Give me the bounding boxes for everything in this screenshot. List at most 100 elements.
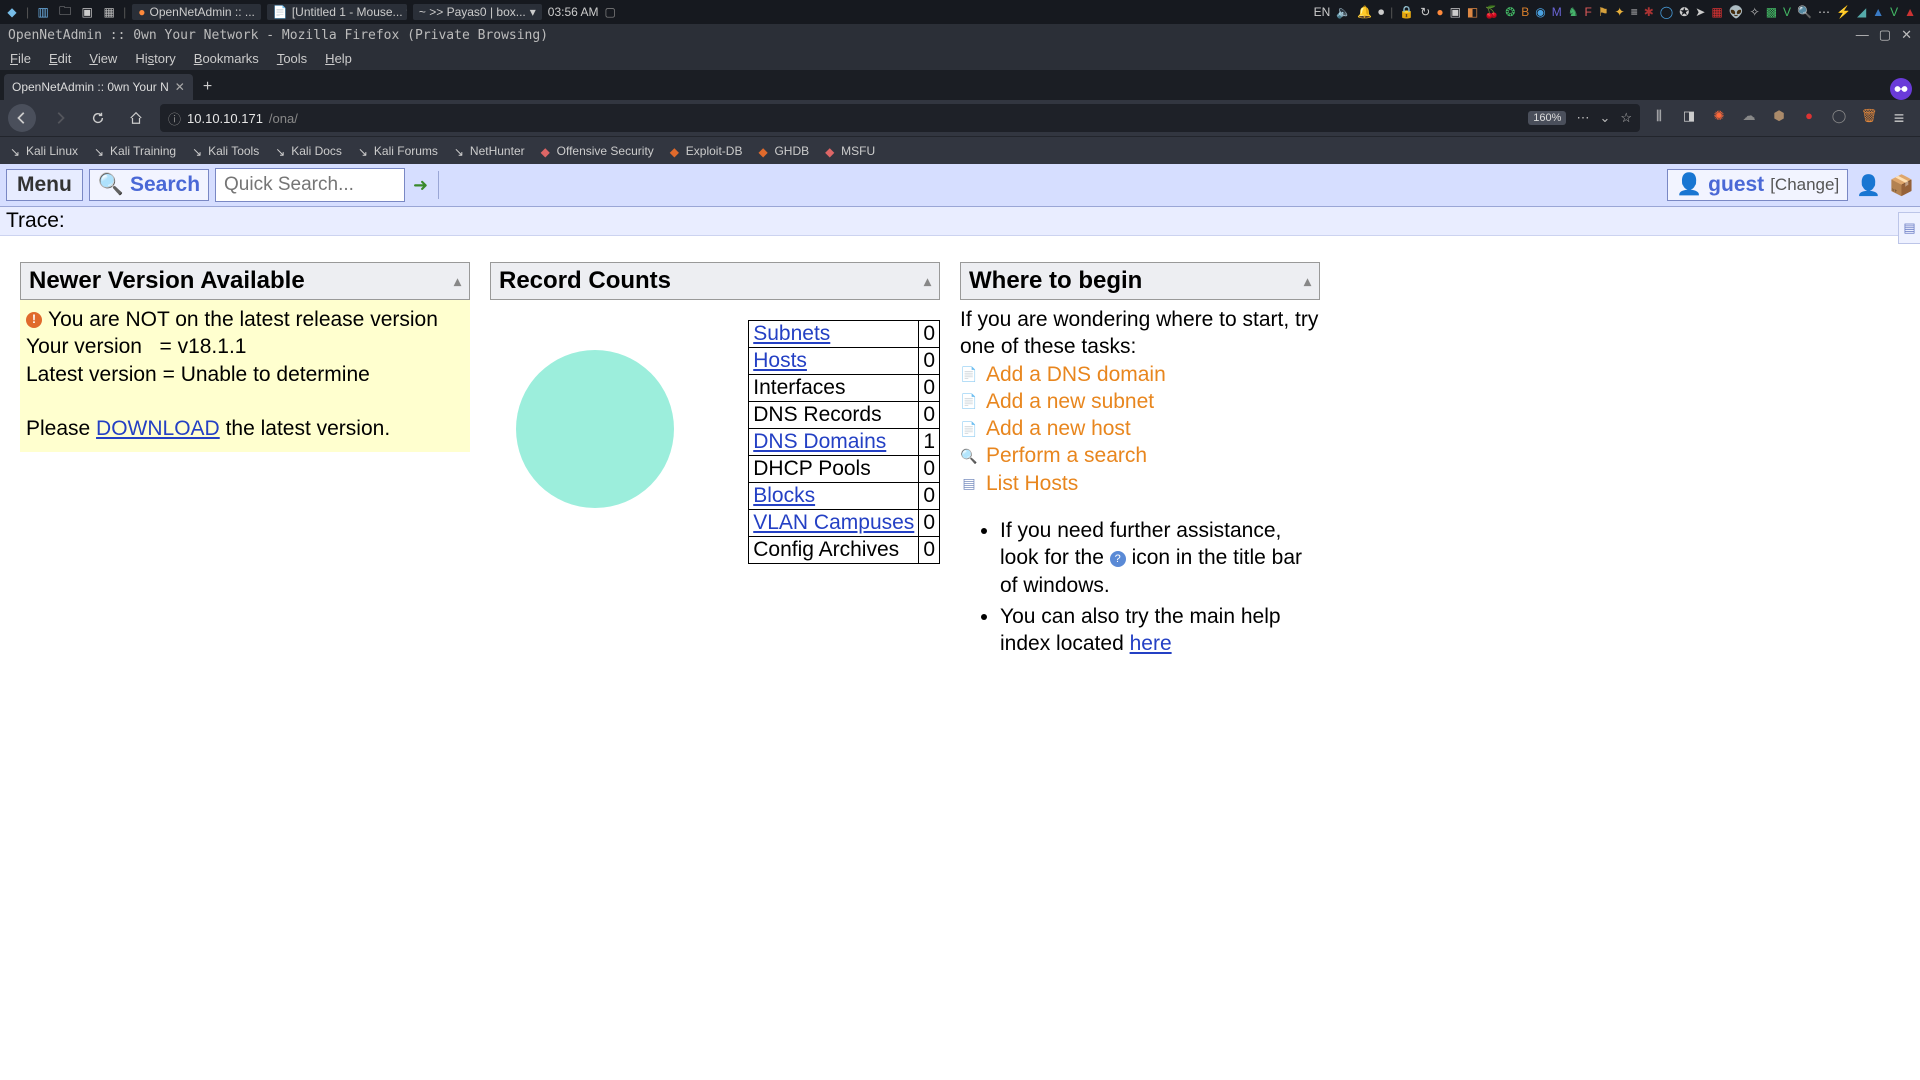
begin-task-link[interactable]: Perform a search — [986, 442, 1147, 469]
toolbar-box-icon[interactable]: 📦 — [1889, 173, 1914, 198]
firefox-menu-button[interactable]: ≡ — [1890, 108, 1908, 129]
menu-help[interactable]: Help — [325, 51, 352, 66]
tray-app-icon-16[interactable]: ▦ — [1711, 5, 1722, 19]
delete-icon[interactable]: 🗑 — [1860, 108, 1878, 129]
library-icon[interactable]: ⫼ — [1650, 108, 1668, 129]
user-change-link[interactable]: [Change] — [1770, 175, 1839, 195]
record-link[interactable]: Blocks — [753, 484, 815, 507]
files-icon[interactable]: ▥ — [35, 4, 51, 20]
tray-app-icon-5[interactable]: ◉ — [1535, 5, 1545, 19]
tray-app-icon-11[interactable]: ≡ — [1631, 5, 1638, 19]
bookmark-offsec[interactable]: ◆Offensive Security — [541, 144, 654, 158]
quick-search-go-icon[interactable]: ➜ — [413, 175, 428, 196]
tray-app-icon-19[interactable]: ▩ — [1766, 5, 1777, 19]
tray-square-icon[interactable]: ▢ — [604, 5, 615, 19]
kali-menu-icon[interactable]: ◆ — [4, 4, 20, 20]
tray-app-icon-10[interactable]: ✦ — [1615, 5, 1625, 19]
collapse-icon[interactable]: ▴ — [454, 273, 461, 290]
bookmark-star-icon[interactable]: ☆ — [1620, 110, 1632, 126]
folder-icon[interactable]: 🗀 — [57, 4, 73, 20]
tray-lang[interactable]: EN — [1314, 5, 1331, 19]
begin-task-link[interactable]: Add a new subnet — [986, 388, 1154, 415]
menu-view[interactable]: View — [89, 51, 117, 66]
browser-tab-active[interactable]: OpenNetAdmin :: 0wn Your N ✕ — [4, 74, 193, 100]
ext-icon-2[interactable]: ☁ — [1740, 108, 1758, 129]
account-icon[interactable]: ◯ — [1830, 108, 1848, 129]
tray-app-icon-6[interactable]: M — [1552, 5, 1562, 19]
window-minimize-button[interactable]: — — [1856, 27, 1869, 43]
zoom-badge[interactable]: 160% — [1528, 111, 1566, 125]
download-link[interactable]: DOWNLOAD — [96, 417, 220, 440]
tray-lock-icon[interactable]: 🔒 — [1399, 5, 1414, 19]
tray-app-icon-17[interactable]: 👽 — [1729, 5, 1744, 19]
terminal-icon[interactable]: ▣ — [79, 4, 95, 20]
tray-bell-icon[interactable]: 🔔 — [1357, 5, 1372, 19]
site-info-icon[interactable]: ⓘ — [168, 109, 181, 128]
tray-app-icon-25[interactable]: ▲ — [1872, 5, 1884, 19]
taskbar-item-terminal[interactable]: ~ >> Payas0 | box...▾ — [413, 4, 542, 20]
begin-task-link[interactable]: List Hosts — [986, 470, 1078, 497]
ona-user-box[interactable]: 👤 guest [Change] — [1667, 169, 1848, 201]
bookmark-kali-docs[interactable]: ↘Kali Docs — [275, 144, 342, 158]
tray-app-icon-7[interactable]: ♞ — [1568, 5, 1579, 19]
tray-app-icon-26[interactable]: V — [1890, 5, 1898, 19]
tray-refresh-icon[interactable]: ↻ — [1420, 5, 1430, 19]
nav-forward-button[interactable] — [46, 104, 74, 132]
menu-bookmarks[interactable]: Bookmarks — [194, 51, 259, 66]
tray-app-icon-2[interactable]: 🍒 — [1484, 5, 1499, 19]
tray-app-icon-20[interactable]: V — [1783, 5, 1791, 19]
help-index-link[interactable]: here — [1130, 632, 1172, 655]
tray-app-icon-24[interactable]: ◢ — [1857, 5, 1866, 19]
tray-app-icon-15[interactable]: ➤ — [1695, 5, 1705, 19]
pocket-icon[interactable]: ⌄ — [1599, 110, 1610, 126]
new-tab-button[interactable]: + — [195, 74, 220, 100]
page-actions-icon[interactable]: ⋯ — [1576, 110, 1589, 126]
tray-app-icon-9[interactable]: ⚑ — [1598, 5, 1609, 19]
tray-app-icon-3[interactable]: ❂ — [1505, 5, 1515, 19]
ext-icon-4[interactable]: ● — [1800, 108, 1818, 129]
ext-icon-1[interactable]: ✺ — [1710, 108, 1728, 129]
menu-file[interactable]: File — [10, 51, 31, 66]
nav-reload-button[interactable] — [84, 104, 112, 132]
tray-app-icon-4[interactable]: B — [1521, 5, 1529, 19]
begin-task-link[interactable]: Add a new host — [986, 415, 1131, 442]
ona-menu-button[interactable]: Menu — [6, 169, 83, 201]
window-maximize-button[interactable]: ▢ — [1879, 27, 1891, 43]
begin-task-link[interactable]: Add a DNS domain — [986, 361, 1166, 388]
bookmark-kali-training[interactable]: ↘Kali Training — [94, 144, 176, 158]
tray-volume-icon[interactable]: 🔈 — [1336, 5, 1351, 19]
url-bar[interactable]: ⓘ 10.10.10.171/ona/ 160% ⋯ ⌄ ☆ — [160, 104, 1640, 132]
tab-close-icon[interactable]: ✕ — [175, 80, 185, 94]
ext-icon-3[interactable]: ⬢ — [1770, 108, 1788, 129]
tray-term-icon[interactable]: ▣ — [1450, 5, 1461, 19]
bookmark-nethunter[interactable]: ↘NetHunter — [454, 144, 525, 158]
bookmark-exploitdb[interactable]: ◆Exploit-DB — [670, 144, 743, 158]
tray-app-icon-13[interactable]: ◯ — [1660, 5, 1673, 19]
record-link[interactable]: Hosts — [753, 349, 807, 372]
tray-app-icon-21[interactable]: 🔍 — [1797, 5, 1812, 19]
bookmark-msfu[interactable]: ◆MSFU — [825, 144, 875, 158]
workspace-icon[interactable]: ▦ — [101, 4, 117, 20]
tray-app-icon-18[interactable]: ✧ — [1750, 5, 1760, 19]
tray-firefox-icon[interactable]: ● — [1436, 5, 1443, 19]
tray-app-icon-23[interactable]: ⚡ — [1836, 5, 1851, 19]
taskbar-item-mousepad[interactable]: 📄[Untitled 1 - Mouse...▾ — [267, 4, 407, 20]
tray-app-icon-8[interactable]: F — [1585, 5, 1592, 19]
tray-app-icon-22[interactable]: ⋯ — [1818, 5, 1830, 19]
nav-home-button[interactable] — [122, 104, 150, 132]
sidebar-icon[interactable]: ◨ — [1680, 108, 1698, 129]
collapse-icon[interactable]: ▴ — [924, 273, 931, 290]
bookmark-kali-forums[interactable]: ↘Kali Forums — [358, 144, 438, 158]
menu-history[interactable]: History — [135, 51, 175, 66]
record-link[interactable]: DNS Domains — [753, 430, 886, 453]
taskbar-item-firefox[interactable]: ●OpenNetAdmin :: ... — [132, 4, 261, 20]
tray-app-icon-1[interactable]: ◧ — [1467, 5, 1478, 19]
bookmark-kali-linux[interactable]: ↘Kali Linux — [10, 144, 78, 158]
tray-app-icon-12[interactable]: ✱ — [1644, 5, 1654, 19]
tray-app-icon-27[interactable]: ▲ — [1904, 5, 1916, 19]
menu-tools[interactable]: Tools — [277, 51, 307, 66]
side-tab[interactable]: ▤ — [1898, 212, 1920, 244]
tray-record-icon[interactable]: ⏺ — [1378, 5, 1384, 20]
collapse-icon[interactable]: ▴ — [1304, 273, 1311, 290]
tray-app-icon-14[interactable]: ✪ — [1679, 5, 1689, 19]
